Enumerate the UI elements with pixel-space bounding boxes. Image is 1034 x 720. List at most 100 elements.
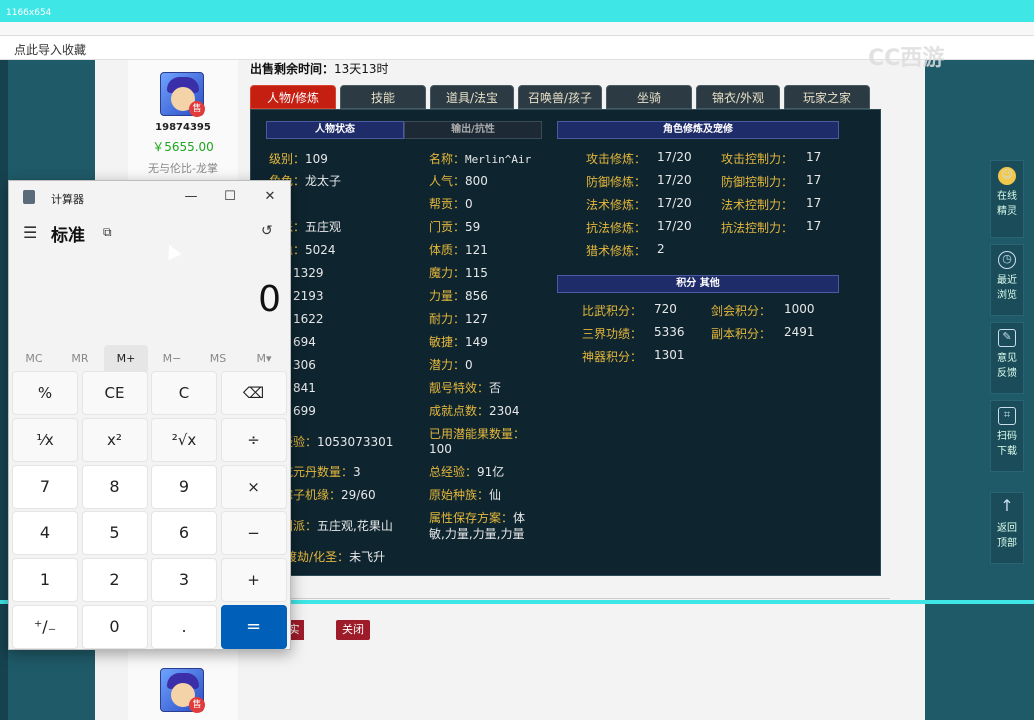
digit-2[interactable]: 2 xyxy=(81,558,148,603)
cultivation-value: 17/20 xyxy=(657,150,692,164)
header-char-status[interactable]: 人物状态 xyxy=(266,121,404,139)
percent-button[interactable]: % xyxy=(12,371,78,415)
sale-time-value: 13天13时 xyxy=(334,62,389,76)
control-row: 防御控制力： xyxy=(721,175,794,189)
clear-button[interactable]: C xyxy=(151,371,217,415)
digit-0[interactable]: 0 xyxy=(81,605,148,649)
digit-6[interactable]: 6 xyxy=(151,511,217,556)
recent-browse-button[interactable]: ◷ 最近 浏览 xyxy=(990,244,1024,316)
back-to-top-button[interactable]: ↑ 返回 顶部 xyxy=(990,492,1024,564)
character-panel: 人物状态 输出/抗性 角色修炼及宠修 积分 其他 级别：109角色：龙太子称：门… xyxy=(250,109,881,576)
tab-items[interactable]: 道具/法宝 xyxy=(430,85,514,109)
points-value-2: 1000 xyxy=(784,302,815,316)
digit-5[interactable]: 5 xyxy=(81,511,148,556)
arrow-up-icon: ↑ xyxy=(1000,496,1014,515)
tab-outfits[interactable]: 锦衣/外观 xyxy=(696,85,780,109)
stat-row: 力量：856 xyxy=(429,289,488,303)
backspace-button[interactable]: ⌫ xyxy=(220,371,287,415)
stat-row: 原始种族：仙 xyxy=(429,488,502,502)
minimize-button[interactable]: — xyxy=(173,185,209,209)
cultivation-row: 猎术修炼： xyxy=(586,244,647,258)
reciprocal-button[interactable]: ¹⁄x xyxy=(12,417,78,462)
cultivation-row: 法术修炼： xyxy=(586,198,647,212)
cultivation-value: 17/20 xyxy=(657,173,692,187)
site-watermark: CC西游 xyxy=(868,46,945,71)
digit-1[interactable]: 1 xyxy=(12,558,78,603)
memory-button[interactable]: MC xyxy=(12,345,56,373)
stat-row: 敏捷：149 xyxy=(429,335,488,349)
plus-button[interactable]: + xyxy=(220,558,287,603)
points-row: 比武积分： xyxy=(582,304,643,318)
scan-icon: ⌗ xyxy=(998,407,1016,425)
digit-7[interactable]: 7 xyxy=(12,464,78,509)
control-value: 17 xyxy=(806,173,822,187)
stat-row: 体质：121 xyxy=(429,243,488,257)
memory-button[interactable]: MR xyxy=(58,345,102,373)
stat-row: 总经验：91亿 xyxy=(429,465,505,479)
equals-button[interactable]: = xyxy=(220,605,287,649)
minus-button[interactable]: − xyxy=(220,511,287,556)
close-button[interactable]: 关闭 xyxy=(336,620,370,640)
control-row: 攻击控制力： xyxy=(721,152,794,166)
digit-8[interactable]: 8 xyxy=(81,464,148,509)
tab-skills[interactable]: 技能 xyxy=(340,85,426,109)
menu-icon[interactable]: ☰ xyxy=(23,223,37,242)
points-row-2: 剑会积分： xyxy=(711,304,772,318)
close-window-button[interactable]: ✕ xyxy=(252,185,288,209)
stat-row: 属性保存方案：体 xyxy=(429,511,526,525)
keep-on-top-icon[interactable]: ⧉ xyxy=(103,225,112,240)
right-float-bar: ☺ 在线 精灵 ◷ 最近 浏览 ✎ 意见 反馈 ⌗ 扫码 下载 ↑ 返回 顶部 xyxy=(990,160,1024,564)
header-output-resist[interactable]: 输出/抗性 xyxy=(404,121,542,139)
seller-avatar[interactable]: 售 xyxy=(160,72,205,117)
cultivation-value: 2 xyxy=(657,242,665,256)
seller-id: 19874395 xyxy=(155,122,211,133)
left-strip xyxy=(0,60,8,720)
seller-avatar-2[interactable]: 售 xyxy=(160,668,205,713)
import-favorites-link[interactable]: 点此导入收藏 xyxy=(14,43,86,57)
sale-time: 出售剩余时间：13天13时 xyxy=(250,60,389,77)
negate-button[interactable]: ⁺/₋ xyxy=(12,605,78,649)
memory-button[interactable]: M+ xyxy=(104,345,148,373)
points-row: 三界功绩： xyxy=(582,327,643,341)
multiply-button[interactable]: × xyxy=(220,464,287,509)
history-icon[interactable]: ↺ xyxy=(261,223,273,239)
stat-row: 级别：109 xyxy=(269,152,328,166)
sqrt-button[interactable]: ²√x xyxy=(151,417,217,462)
cultivation-row: 抗法修炼： xyxy=(586,221,647,235)
memory-button[interactable]: M− xyxy=(150,345,194,373)
sprite-icon: ☺ xyxy=(998,167,1016,185)
overlay-size-label: 1166x654 xyxy=(6,8,52,18)
clock-icon: ◷ xyxy=(998,251,1016,269)
calculator-app-icon xyxy=(23,190,35,204)
memory-button[interactable]: MS xyxy=(196,345,240,373)
maximize-button[interactable]: ☐ xyxy=(212,185,248,209)
sale-time-label: 出售剩余时间： xyxy=(250,62,335,76)
tab-player-home[interactable]: 玩家之家 xyxy=(784,85,870,109)
decimal-button[interactable]: . xyxy=(151,605,217,649)
memory-button[interactable]: M▾ xyxy=(242,345,286,373)
stat-row: 已用潜能果数量： 100 xyxy=(429,427,526,456)
digit-3[interactable]: 3 xyxy=(151,558,217,603)
digit-9[interactable]: 9 xyxy=(151,464,217,509)
calculator-titlebar[interactable]: 计算器 — ☐ ✕ xyxy=(9,181,292,213)
browser-toolbar: 1166x654 xyxy=(0,0,1034,36)
points-row: 神器积分： xyxy=(582,350,643,364)
price: ￥5655.00 xyxy=(152,140,214,154)
scan-download-button[interactable]: ⌗ 扫码 下载 xyxy=(990,400,1024,472)
clear-entry-button[interactable]: CE xyxy=(81,371,148,415)
square-button[interactable]: x² xyxy=(81,417,148,462)
tab-character[interactable]: 人物/修炼 xyxy=(250,85,336,109)
digit-4[interactable]: 4 xyxy=(12,511,78,556)
feedback-button[interactable]: ✎ 意见 反馈 xyxy=(990,322,1024,394)
divide-button[interactable]: ÷ xyxy=(220,417,287,462)
tab-pets[interactable]: 召唤兽/孩子 xyxy=(518,85,602,109)
calculator-window[interactable]: 计算器 — ☐ ✕ ☰ 标准 ⧉ ↺ 0 MC MR M+ M− MS M▾ % CE C ⌫ ¹… xyxy=(8,180,291,650)
cultivation-value: 17/20 xyxy=(657,196,692,210)
online-sprite-button[interactable]: ☺ 在线 精灵 xyxy=(990,160,1024,238)
detail-tabs: 人物/修炼 技能 道具/法宝 召唤兽/孩子 坐骑 锦衣/外观 玩家之家 xyxy=(250,85,890,109)
control-value: 17 xyxy=(806,196,822,210)
calculator-title: 计算器 xyxy=(51,193,84,206)
seller-name: 无与伦比-龙掌 xyxy=(148,162,218,175)
tab-mounts[interactable]: 坐骑 xyxy=(606,85,692,109)
stat-row: 敏,力量,力量,力量 xyxy=(429,527,525,541)
